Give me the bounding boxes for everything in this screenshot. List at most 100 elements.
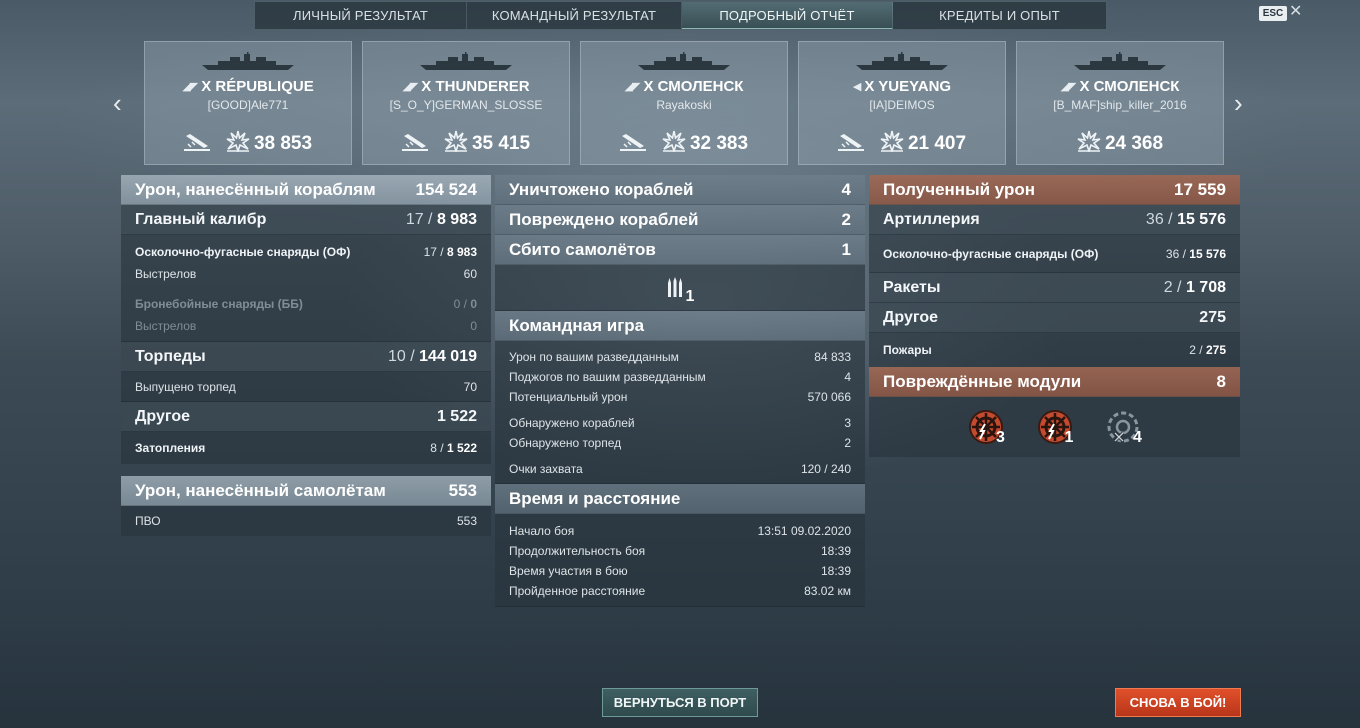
time-row: Начало боя 13:51 09.02.2020 (509, 524, 851, 538)
he-shells-value: 17 / 8 983 (423, 245, 477, 259)
damage-value: 32 383 (689, 132, 749, 154)
ship-card[interactable]: ◢◤ X THUNDERER [S_O_Y]GERMAN_SLOSSE 35 415 (362, 41, 570, 165)
artillery-label: Артиллерия (883, 210, 980, 228)
plane-damage-label: Урон, нанесённый самолётам (135, 480, 386, 500)
damage-value: 38 853 (253, 132, 313, 154)
ap-shells-value: 0 / 0 (453, 297, 477, 311)
tab-detailed-report[interactable]: ПОДРОБНЫЙ ОТЧЁТ (682, 2, 893, 29)
torpedoes-launched-label: Выпущено торпед (135, 379, 236, 394)
engine-disabled-icon: 4 (1099, 409, 1147, 449)
planes-shot-label: Сбито самолётов (509, 239, 656, 259)
ship-destroyed-icon (183, 130, 210, 157)
card-stats: 24 368 (1017, 130, 1223, 156)
team-row: Поджогов по вашим разведданным 4 (509, 370, 851, 384)
received-he-value: 36 / 15 576 (1165, 246, 1226, 261)
modules-value: 8 (1216, 371, 1226, 391)
flooding-row: Затопления 8 / 1 522 (121, 432, 491, 464)
plane-damage-panel: Урон, нанесённый самолётам 553 ПВО 553 (121, 476, 491, 536)
team-row: Потенциальный урон 570 066 (509, 390, 851, 404)
steering-gear-icon: 3 (962, 409, 1010, 449)
damage-burst-icon (1077, 130, 1101, 157)
battleship-icon: ◢◤ (402, 81, 418, 93)
damaged-row: Повреждено кораблей 2 (495, 205, 865, 235)
combat-summary-panel: Уничтожено кораблей 4 Повреждено корабле… (495, 175, 865, 607)
received-damage-panel: Полученный урон 17 559 Артиллерия 36 / 1… (869, 175, 1240, 457)
ship-destroyed-icon (619, 130, 646, 157)
ship-silhouette-icon (636, 52, 732, 72)
torpedoes-launched-value: 70 (463, 379, 477, 394)
ribbon-row: 1 (495, 265, 865, 311)
ship-silhouette-icon (1072, 52, 1168, 72)
ship-destroyed-icon (837, 130, 864, 157)
ship-damage-panel: Урон, нанесённый кораблям 154 524 Главны… (121, 175, 491, 464)
ship-tier: X (864, 78, 875, 95)
return-to-port-button[interactable]: ВЕРНУТЬСЯ В ПОРТ (602, 688, 758, 717)
steering-gear-icon: 1 (1031, 409, 1079, 449)
received-damage-header: Полученный урон 17 559 (869, 175, 1240, 205)
battle-again-button[interactable]: СНОВА В БОЙ! (1115, 688, 1241, 717)
main-battery-label: Главный калибр (135, 210, 267, 228)
ship-name: ◢◤ X СМОЛЕНСК (1017, 78, 1223, 95)
main-battery-details: Осколочно-фугасные снаряды (ОФ) 17 / 8 9… (121, 235, 491, 342)
ship-card[interactable]: ◀ X YUEYANG [IA]DEIMOS 21 407 (798, 41, 1006, 165)
artillery-row: Артиллерия 36 / 15 576 (869, 205, 1240, 235)
ship-name: ◀ X YUEYANG (799, 78, 1005, 95)
team-play-header: Командная игра (495, 311, 865, 341)
aa-label: ПВО (135, 514, 161, 528)
he-shells-label: Осколочно-фугасные снаряды (ОФ) (135, 245, 351, 259)
tab-credits-xp[interactable]: КРЕДИТЫ И ОПЫТ (893, 2, 1106, 29)
player-name: [GOOD]Ale771 (207, 98, 289, 112)
next-arrow-icon[interactable]: › (1234, 88, 1243, 118)
battleship-icon: ◢◤ (182, 81, 198, 93)
ship-silhouette-icon (200, 52, 296, 72)
fires-row: Пожары 2 / 275 (869, 333, 1240, 367)
he-shells-row: Осколочно-фугасные снаряды (ОФ) 17 / 8 9… (121, 241, 491, 263)
artillery-value: 36 / 15 576 (1145, 210, 1226, 228)
ap-shells-row: Бронебойные снаряды (ББ) 0 / 0 (121, 293, 491, 315)
damage-value: 24 368 (1104, 132, 1164, 154)
damage-value: 35 415 (471, 132, 531, 154)
main-battery-value: 17 / 8 983 (405, 210, 477, 228)
he-shots-row: Выстрелов 60 (121, 263, 491, 285)
received-he-label: Осколочно-фугасные снаряды (ОФ) (883, 246, 1099, 261)
ship-damage-value: 154 524 (415, 179, 477, 199)
flooding-label: Затопления (135, 441, 206, 455)
ship-title: RÉPUBLIQUE (215, 78, 314, 95)
damage-burst-icon (226, 130, 250, 157)
torpedoes-label: Торпеды (135, 347, 206, 365)
ap-shells-label: Бронебойные снаряды (ББ) (135, 297, 303, 311)
aa-value: 553 (456, 514, 477, 528)
player-name: [S_O_Y]GERMAN_SLOSSE (389, 98, 543, 112)
ship-name: ◢◤ X СМОЛЕНСК (581, 78, 787, 95)
cruiser-icon: ◢◤ (1060, 81, 1077, 93)
ship-tier: X (1079, 78, 1090, 95)
received-damage-value: 17 559 (1174, 179, 1226, 199)
rockets-label: Ракеты (883, 278, 941, 296)
time-row: Продолжительность боя 18:39 (509, 544, 851, 558)
he-shots-label: Выстрелов (135, 267, 197, 281)
esc-key-button[interactable]: ESC (1259, 6, 1287, 21)
close-icon[interactable]: ✕ (1289, 2, 1302, 22)
main-battery-row: Главный калибр 17 / 8 983 (121, 205, 491, 235)
ap-shots-label: Выстрелов (135, 319, 197, 333)
ap-shots-row: Выстрелов 0 (121, 315, 491, 337)
time-row: Время участия в бою 18:39 (509, 564, 851, 578)
ship-card[interactable]: ◢◤ X RÉPUBLIQUE [GOOD]Ale771 38 853 (144, 41, 352, 165)
card-stats: 32 383 (581, 130, 787, 156)
ship-card[interactable]: ◢◤ X СМОЛЕНСК [B_MAF]ship_killer_2016 24 36… (1016, 41, 1224, 165)
ship-name: ◢◤ X RÉPUBLIQUE (145, 78, 351, 95)
received-other-value: 275 (1199, 308, 1226, 326)
tab-personal-result[interactable]: ЛИЧНЫЙ РЕЗУЛЬТАТ (255, 2, 467, 29)
torpedoes-value: 10 / 144 019 (388, 347, 477, 365)
fires-label: Пожары (883, 343, 932, 357)
rockets-row: Ракеты 2 / 1 708 (869, 273, 1240, 303)
ship-name: ◢◤ X THUNDERER (363, 78, 569, 95)
ship-card[interactable]: ◢◤ X СМОЛЕНСК Rayakoski 32 383 (580, 41, 788, 165)
ship-damage-header: Урон, нанесённый кораблям 154 524 (121, 175, 491, 205)
damage-burst-icon (444, 130, 468, 157)
ship-tier: X (421, 78, 432, 95)
rockets-value: 2 / 1 708 (1163, 278, 1226, 296)
prev-arrow-icon[interactable]: ‹ (113, 88, 122, 118)
ship-destroyed-icon (401, 130, 428, 157)
tab-team-result[interactable]: КОМАНДНЫЙ РЕЗУЛЬТАТ (467, 2, 682, 29)
